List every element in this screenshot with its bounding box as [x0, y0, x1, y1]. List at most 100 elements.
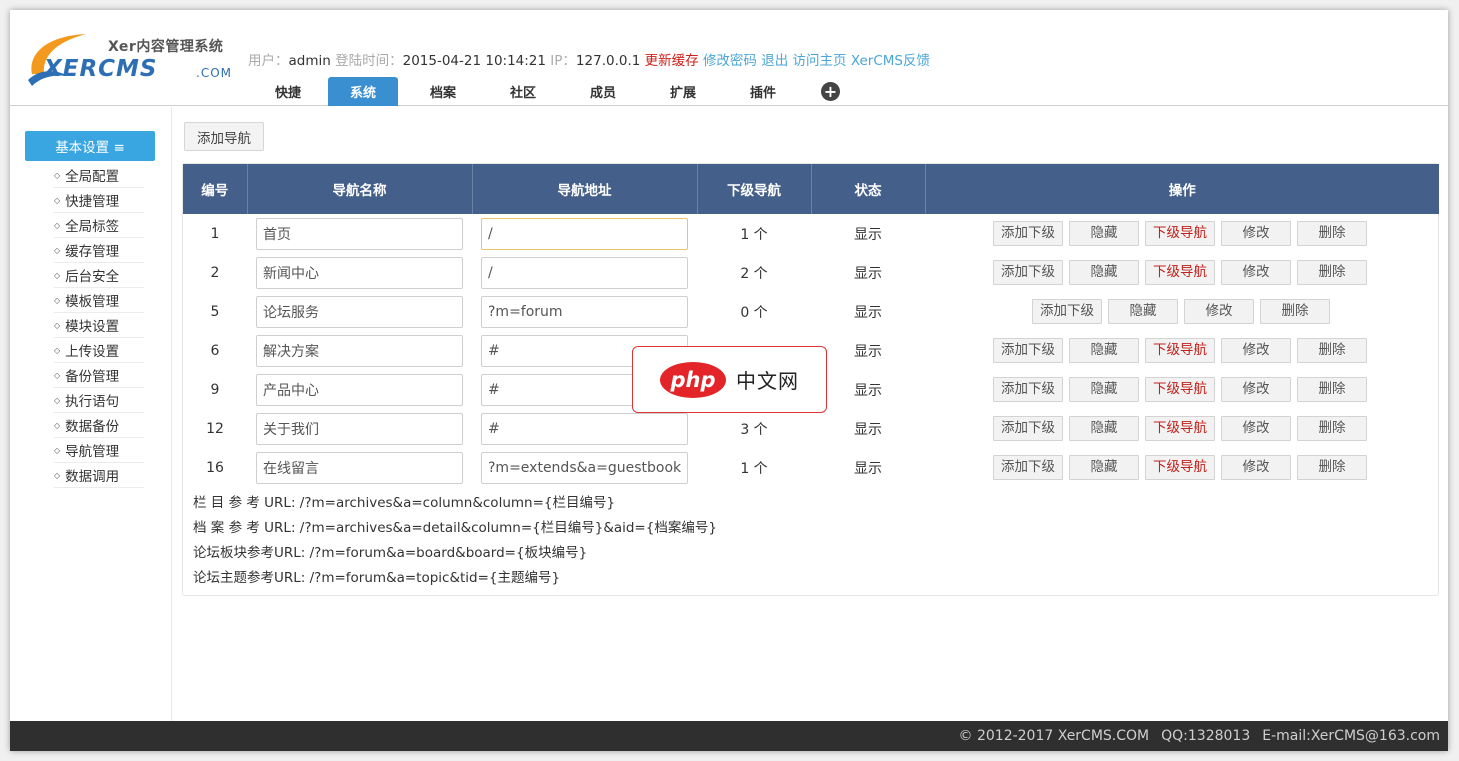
tab-plugins[interactable]: 插件 [723, 77, 803, 106]
sidebar-menu: ◇ 全局配置 ◇ 快捷管理 ◇ 全局标签 ◇ 缓存管理 ◇ 后台安全 ◇ 模板管理 ◇ 模块设… [54, 163, 144, 488]
sidebar-item[interactable]: ◇ 执行语句 [54, 388, 144, 413]
feedback-link[interactable]: XerCMS反馈 [851, 53, 930, 69]
sub-nav-button[interactable]: 下级导航 [1145, 416, 1215, 441]
nav-url-input[interactable] [481, 217, 688, 250]
tab-extensions[interactable]: 扩展 [643, 77, 723, 106]
sidebar-item[interactable]: ◇ 备份管理 [54, 363, 144, 388]
cell-state: 显示 [854, 265, 882, 282]
ref-column-url: 栏 目 参 考 URL: /?m=archives&a=column&colum… [193, 495, 616, 511]
delete-button[interactable]: 删除 [1297, 416, 1367, 441]
nav-url-input[interactable] [481, 412, 688, 445]
header-name: 导航名称 [247, 164, 473, 214]
sidebar-item[interactable]: ◇ 后台安全 [54, 263, 144, 288]
tab-community[interactable]: 社区 [483, 77, 563, 106]
delete-button[interactable]: 删除 [1260, 299, 1330, 324]
nav-name-input[interactable] [256, 412, 463, 445]
table-row: 16 1 个 显示 添加下级隐藏下级导航修改删除 [183, 448, 1439, 487]
reference-urls: 栏 目 参 考 URL: /?m=archives&a=column&colum… [193, 491, 717, 591]
add-sub-button[interactable]: 添加下级 [993, 455, 1063, 480]
nav-name-input[interactable] [256, 373, 463, 406]
sidebar-item-label: 快捷管理 [65, 194, 120, 210]
add-sub-button[interactable]: 添加下级 [993, 377, 1063, 402]
sidebar-item-label: 全局配置 [65, 169, 120, 185]
hide-button[interactable]: 隐藏 [1069, 416, 1139, 441]
diamond-icon: ◇ [54, 195, 61, 205]
nav-url-input[interactable] [481, 295, 688, 328]
nav-name-input[interactable] [256, 451, 463, 484]
table-header-row: 编号 导航名称 导航地址 下级导航 状态 操作 [183, 164, 1439, 214]
nav-name-input[interactable] [256, 256, 463, 289]
sidebar-item[interactable]: ◇ 缓存管理 [54, 238, 144, 263]
add-tab-icon[interactable]: + [821, 82, 840, 101]
edit-button[interactable]: 修改 [1184, 299, 1254, 324]
tab-archives[interactable]: 档案 [403, 77, 483, 106]
sidebar-item-label: 数据调用 [65, 469, 120, 485]
add-sub-button[interactable]: 添加下级 [1032, 299, 1102, 324]
logout-link[interactable]: 退出 [761, 53, 788, 69]
sidebar-item[interactable]: ◇ 上传设置 [54, 338, 144, 363]
sub-nav-button[interactable]: 下级导航 [1145, 221, 1215, 246]
header-url: 导航地址 [472, 164, 698, 214]
delete-button[interactable]: 删除 [1297, 377, 1367, 402]
table-row: 12 3 个 显示 添加下级隐藏下级导航修改删除 [183, 409, 1439, 448]
nav-url-input[interactable] [481, 256, 688, 289]
sidebar-item[interactable]: ◇ 模板管理 [54, 288, 144, 313]
nav-name-input[interactable] [256, 334, 463, 367]
edit-button[interactable]: 修改 [1221, 377, 1291, 402]
change-password-link[interactable]: 修改密码 [703, 53, 757, 69]
add-sub-button[interactable]: 添加下级 [993, 338, 1063, 363]
sub-nav-button[interactable]: 下级导航 [1145, 377, 1215, 402]
hide-button[interactable]: 隐藏 [1069, 377, 1139, 402]
hide-button[interactable]: 隐藏 [1069, 455, 1139, 480]
edit-button[interactable]: 修改 [1221, 221, 1291, 246]
footer-qq: QQ:1328013 [1161, 728, 1251, 744]
delete-button[interactable]: 删除 [1297, 455, 1367, 480]
hide-button[interactable]: 隐藏 [1069, 260, 1139, 285]
sidebar-title[interactable]: 基本设置 ≡ [25, 131, 155, 161]
hide-button[interactable]: 隐藏 [1108, 299, 1178, 324]
edit-button[interactable]: 修改 [1221, 338, 1291, 363]
cell-ops: 添加下级 隐藏 下级导航 修改 删除 [925, 253, 1439, 292]
update-cache-link[interactable]: 更新缓存 [645, 53, 699, 69]
cell-sub-count: 2 个 [740, 265, 768, 282]
add-sub-button[interactable]: 添加下级 [993, 260, 1063, 285]
add-nav-button[interactable]: 添加导航 [184, 122, 264, 151]
add-sub-button[interactable]: 添加下级 [993, 416, 1063, 441]
sidebar-item[interactable]: ◇ 全局标签 [54, 213, 144, 238]
edit-button[interactable]: 修改 [1221, 260, 1291, 285]
delete-button[interactable]: 删除 [1297, 260, 1367, 285]
tab-members[interactable]: 成员 [563, 77, 643, 106]
visit-home-link[interactable]: 访问主页 [793, 53, 847, 69]
diamond-icon: ◇ [54, 370, 61, 380]
delete-button[interactable]: 删除 [1297, 221, 1367, 246]
tab-system[interactable]: 系统 [328, 77, 398, 106]
add-sub-button[interactable]: 添加下级 [993, 221, 1063, 246]
sub-nav-button[interactable]: 下级导航 [1145, 260, 1215, 285]
app-window: Xer内容管理系统 XERCMS .COM 用户：admin 登陆时间：2015… [10, 10, 1448, 751]
cell-ops: 添加下级 隐藏 修改 删除 [925, 292, 1439, 331]
nav-name-input[interactable] [256, 295, 463, 328]
cell-url [472, 214, 697, 253]
nav-name-input[interactable] [256, 217, 463, 250]
hide-button[interactable]: 隐藏 [1069, 221, 1139, 246]
watermark-text: 中文网 [736, 369, 799, 393]
header-id: 编号 [183, 164, 248, 214]
cell-sub-count: 3 个 [740, 421, 768, 438]
sub-nav-button[interactable]: 下级导航 [1145, 338, 1215, 363]
tab-quick[interactable]: 快捷 [248, 77, 328, 106]
edit-button[interactable]: 修改 [1221, 455, 1291, 480]
cell-sub-count: 0 个 [740, 304, 768, 321]
sidebar-item[interactable]: ◇ 数据调用 [54, 463, 144, 488]
sidebar-item[interactable]: ◇ 模块设置 [54, 313, 144, 338]
sidebar-item[interactable]: ◇ 数据备份 [54, 413, 144, 438]
nav-url-input[interactable] [481, 451, 688, 484]
sidebar-item[interactable]: ◇ 全局配置 [54, 163, 144, 188]
header-ops: 操作 [925, 164, 1439, 214]
sidebar-item[interactable]: ◇ 导航管理 [54, 438, 144, 463]
delete-button[interactable]: 删除 [1297, 338, 1367, 363]
diamond-icon: ◇ [54, 270, 61, 280]
sidebar-item[interactable]: ◇ 快捷管理 [54, 188, 144, 213]
hide-button[interactable]: 隐藏 [1069, 338, 1139, 363]
edit-button[interactable]: 修改 [1221, 416, 1291, 441]
sub-nav-button[interactable]: 下级导航 [1145, 455, 1215, 480]
